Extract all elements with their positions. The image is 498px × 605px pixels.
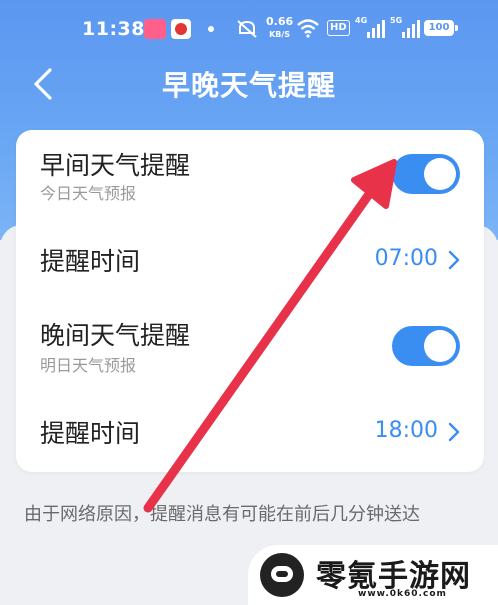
watermark-logo-icon bbox=[260, 553, 304, 597]
network-speed: 0.66 KB/S bbox=[266, 16, 293, 41]
morning-reminder-row: 早间天气提醒 今日天气预报 bbox=[16, 130, 484, 216]
chevron-left-icon bbox=[34, 68, 52, 100]
delivery-notice: 由于网络原因，提醒消息有可能在前后几分钟送达 bbox=[24, 504, 420, 525]
page-title: 早晚天气提醒 bbox=[161, 69, 336, 102]
status-bar: 11:38 0.66 KB/S HD 4G 5G 100 bbox=[0, 14, 498, 48]
more-notifications-dot-icon bbox=[208, 26, 214, 32]
network-type-label: 4G bbox=[355, 16, 368, 25]
hd-badge: HD bbox=[327, 20, 350, 36]
evening-time-value: 18:00 bbox=[374, 418, 438, 443]
watermark: 零氪手游网 www.0k60.com bbox=[248, 545, 498, 605]
status-time: 11:38 bbox=[82, 18, 145, 40]
evening-reminder-title: 晚间天气提醒 bbox=[40, 321, 191, 350]
cellular-signal-icon: 4G bbox=[355, 16, 385, 46]
toggle-knob bbox=[424, 330, 456, 362]
app-notification-icon bbox=[144, 19, 166, 39]
back-button[interactable] bbox=[28, 66, 62, 102]
morning-reminder-toggle[interactable] bbox=[392, 154, 460, 194]
morning-time-value: 07:00 bbox=[374, 246, 438, 271]
evening-time-label: 提醒时间 bbox=[40, 419, 141, 448]
network-speed-unit: KB/S bbox=[269, 30, 291, 39]
network-type-label: 5G bbox=[390, 16, 403, 25]
toggle-knob bbox=[424, 158, 456, 190]
watermark-url: www.0k60.com bbox=[358, 589, 447, 599]
weather-reminder-card: 早间天气提醒 今日天气预报 提醒时间 07:00 晚间天气提醒 明日天气预报 提… bbox=[16, 130, 484, 472]
evening-reminder-subtitle: 明日天气预报 bbox=[40, 356, 137, 375]
evening-time-row[interactable]: 提醒时间 18:00 bbox=[16, 388, 484, 472]
battery-icon: 100 bbox=[424, 20, 458, 36]
morning-reminder-title: 早间天气提醒 bbox=[40, 151, 191, 180]
morning-time-label: 提醒时间 bbox=[40, 247, 141, 276]
wifi-icon bbox=[296, 18, 320, 42]
evening-reminder-row: 晚间天气提醒 明日天气预报 bbox=[16, 302, 484, 388]
mute-icon bbox=[236, 19, 258, 43]
chevron-right-icon bbox=[448, 250, 460, 270]
morning-time-row[interactable]: 提醒时间 07:00 bbox=[16, 216, 484, 302]
evening-reminder-toggle[interactable] bbox=[392, 326, 460, 366]
network-speed-value: 0.66 bbox=[266, 15, 294, 28]
cellular-signal-icon: 5G bbox=[390, 16, 420, 46]
app-notification-icon bbox=[171, 19, 191, 39]
chevron-right-icon bbox=[448, 422, 460, 442]
morning-reminder-subtitle: 今日天气预报 bbox=[40, 184, 137, 203]
